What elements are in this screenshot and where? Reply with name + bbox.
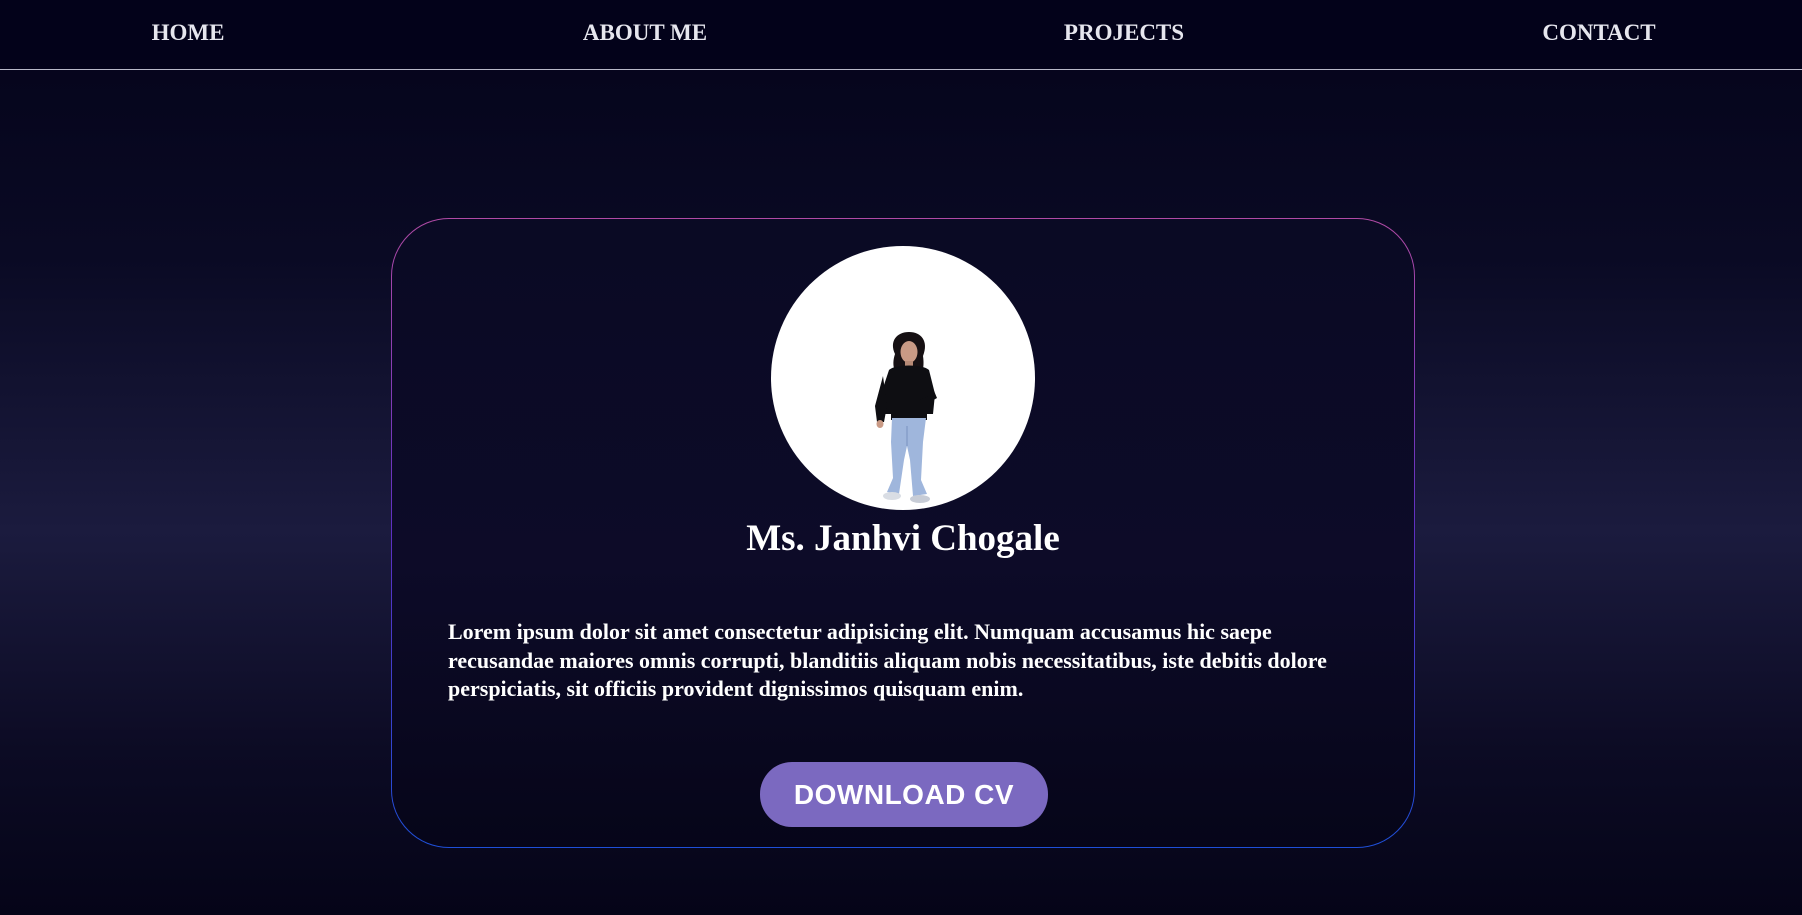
top-navbar: HOME ABOUT ME PROJECTS CONTACT (0, 0, 1802, 70)
profile-photo (875, 332, 937, 503)
profile-card: Ms. Janhvi Chogale Lorem ipsum dolor sit… (391, 218, 1415, 848)
profile-card-body: Ms. Janhvi Chogale Lorem ipsum dolor sit… (392, 219, 1414, 847)
profile-avatar (771, 246, 1035, 510)
profile-name: Ms. Janhvi Chogale (746, 518, 1060, 559)
profile-bio: Lorem ipsum dolor sit amet consectetur a… (448, 619, 1327, 701)
nav-link-home[interactable]: HOME (152, 20, 225, 46)
nav-link-contact[interactable]: CONTACT (1542, 20, 1655, 46)
nav-link-projects[interactable]: PROJECTS (1064, 20, 1184, 46)
download-cv-button[interactable]: DOWNLOAD CV (760, 762, 1048, 827)
nav-link-about-me[interactable]: ABOUT ME (583, 20, 707, 46)
